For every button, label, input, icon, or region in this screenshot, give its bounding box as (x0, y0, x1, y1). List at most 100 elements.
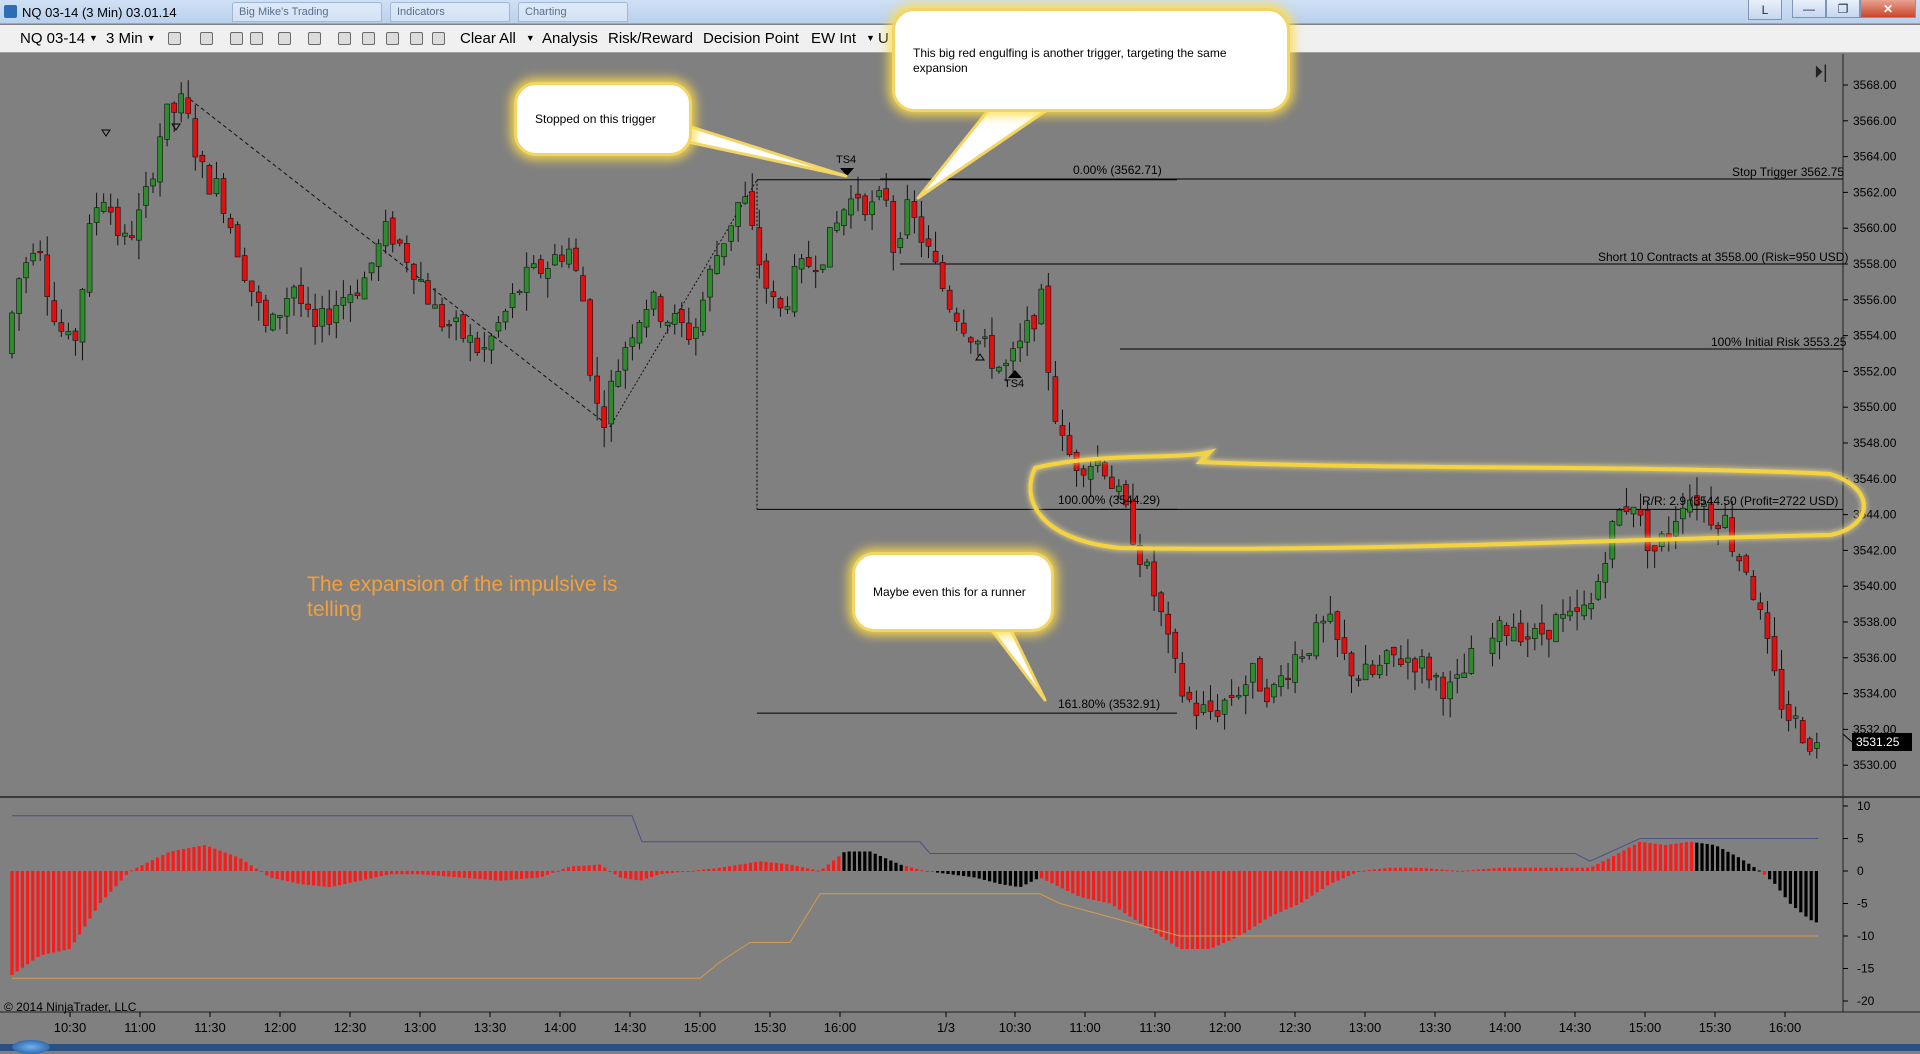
price-tick-label: 3566.00 (1853, 114, 1897, 128)
candle-body (685, 322, 692, 341)
time-tick-label: 12:30 (1279, 1020, 1312, 1035)
histogram-bar (1170, 871, 1174, 944)
candle-body (150, 178, 156, 187)
lower-band-line (12, 893, 1818, 979)
histogram-bar (1513, 867, 1517, 871)
candle-body (1158, 592, 1164, 613)
candle-body (587, 299, 593, 376)
histogram-bar (1762, 871, 1766, 875)
histogram-bar (1378, 868, 1382, 871)
candle-body (862, 195, 868, 216)
candle-body (1109, 476, 1115, 489)
callout-engulfing[interactable]: This big red engulfing is another trigge… (892, 8, 1290, 112)
candle-body (714, 255, 720, 274)
candle-body (615, 371, 622, 387)
candle-body (227, 217, 234, 229)
histogram-bar (312, 871, 316, 886)
candle-body (411, 263, 417, 280)
candle-body (129, 235, 135, 239)
candle-body (693, 326, 699, 339)
callout-stopped[interactable]: Stopped on this trigger (514, 82, 692, 156)
histogram-bar (1289, 871, 1293, 908)
histogram-bar (1409, 867, 1413, 871)
chart-canvas[interactable]: 3568.00 3566.00 3564.00 3562.00 3560.00 3558.… (0, 0, 1920, 1051)
histogram-bar (1539, 867, 1543, 871)
time-tick-label: 15:30 (754, 1020, 787, 1035)
histogram-bar (660, 871, 664, 875)
histogram-bar (837, 856, 841, 871)
time-tick-label: 14:00 (544, 1020, 577, 1035)
histogram-bar (816, 870, 820, 872)
histogram-bar (618, 871, 622, 878)
candle-body (1398, 658, 1404, 666)
histogram-bar (1580, 867, 1584, 871)
candle-body (361, 277, 368, 300)
time-tick-label: 15:30 (1699, 1020, 1732, 1035)
histogram-bar (1502, 867, 1506, 871)
candle-body (44, 254, 51, 297)
histogram-bar (228, 854, 232, 871)
candle-body (1271, 684, 1277, 698)
histogram-bar (1523, 867, 1527, 871)
start-button[interactable] (12, 1040, 50, 1054)
histogram-bar (1612, 856, 1616, 871)
time-tick-label: 14:30 (614, 1020, 647, 1035)
expansion-note: The expansion of the impulsive is tellin… (307, 573, 618, 621)
price-tick-label: 3554.00 (1853, 329, 1897, 343)
risk-reward-label: R/R: 2.9 (3544.50 (Profit=2722 USD) (1642, 494, 1839, 508)
histogram-bar (93, 871, 97, 911)
histogram-bar (384, 871, 388, 876)
histogram-bar (1456, 870, 1460, 872)
histogram-bar (577, 865, 581, 871)
histogram-bar (1092, 871, 1096, 900)
candle-body (425, 280, 431, 305)
histogram-bar (582, 865, 586, 871)
histogram-bar (104, 871, 108, 898)
candle-body (664, 322, 671, 326)
histogram-bar (1066, 871, 1070, 891)
candle-body (241, 255, 248, 282)
candle-body (918, 216, 925, 243)
histogram-bar (1263, 871, 1267, 920)
candle-body (100, 201, 107, 212)
histogram-bar (733, 865, 737, 871)
candle-body (1412, 658, 1418, 673)
histogram-bar (306, 871, 310, 885)
price-tick-label: 3552.00 (1853, 364, 1897, 378)
histogram-bar (109, 871, 113, 892)
candle-body (143, 186, 149, 206)
histogram-bar (405, 871, 409, 875)
histogram-bar (10, 871, 14, 975)
histogram-bar (587, 865, 591, 871)
histogram-bar (1222, 871, 1226, 944)
time-tick-label: 16:00 (1769, 1020, 1802, 1035)
histogram-bar (1310, 871, 1314, 896)
time-tick-label: 12:00 (264, 1020, 297, 1035)
histogram-bar (156, 857, 160, 871)
histogram-bar (826, 864, 830, 871)
histogram-bar (171, 850, 175, 871)
candle-body (114, 206, 121, 236)
play-forward-icon[interactable]: ⏵| (1814, 62, 1840, 84)
candle-body (1715, 524, 1721, 529)
candle-body (1391, 646, 1397, 656)
histogram-bar (696, 870, 700, 872)
candle-body (1278, 675, 1284, 688)
candle-body (1750, 575, 1757, 600)
candle-body (1355, 678, 1362, 681)
histogram-bar (140, 865, 144, 871)
candle-body (516, 290, 523, 294)
callout-runner[interactable]: Maybe even this for a runner (852, 552, 1054, 632)
histogram-bar (1591, 866, 1595, 871)
candle-body (255, 291, 262, 303)
price-panel (0, 54, 1843, 796)
price-tick-label: 3548.00 (1853, 436, 1897, 450)
candle-body (1496, 620, 1503, 642)
candle-body (707, 268, 713, 298)
histogram-bar (540, 871, 544, 877)
callout-engulfing-text: This big red engulfing is another trigge… (892, 8, 1290, 112)
price-tick-label: 3550.00 (1853, 400, 1897, 414)
candle-body (1517, 622, 1524, 643)
histogram-bar (509, 871, 513, 880)
histogram-bar (1326, 871, 1330, 886)
